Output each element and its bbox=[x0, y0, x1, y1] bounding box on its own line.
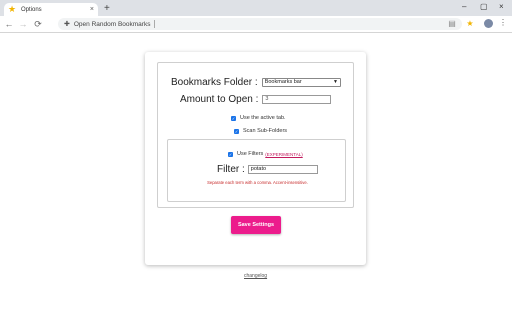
star-icon: ★ bbox=[8, 4, 17, 14]
browser-tab[interactable]: ★ Options × bbox=[4, 3, 98, 16]
chevron-down-icon: ▼ bbox=[333, 78, 338, 85]
address-bar[interactable]: ✚ Open Random Bookmarks bbox=[58, 18, 462, 30]
avatar[interactable] bbox=[484, 19, 493, 28]
experimental-tag: (EXPERIMENTAL) bbox=[265, 151, 303, 157]
cursor-divider bbox=[154, 20, 156, 28]
new-tab-button[interactable]: + bbox=[104, 3, 110, 15]
amount-row: Amount to Open : 3 bbox=[180, 94, 332, 105]
scan-sub-checkbox[interactable]: ✓ bbox=[234, 128, 239, 134]
filter-label: Filter : bbox=[217, 164, 245, 175]
menu-icon[interactable]: ⋮ bbox=[499, 18, 507, 28]
tab-title: Options bbox=[21, 6, 42, 13]
close-window-button[interactable]: × bbox=[499, 2, 504, 12]
minimize-button[interactable]: – bbox=[462, 2, 466, 12]
address-text: Open Random Bookmarks bbox=[73, 20, 151, 28]
active-tab-label: Use the active tab. bbox=[240, 115, 286, 121]
settings-panel: Bookmarks Folder : Bookmarks bar ▼ Amoun… bbox=[157, 62, 354, 208]
scan-sub-label: Scan Sub-Folders bbox=[243, 128, 288, 134]
save-settings-button[interactable]: Save Settings bbox=[231, 216, 281, 234]
reload-icon[interactable]: ⟳ bbox=[33, 19, 43, 29]
extension-icon[interactable]: ▤ bbox=[447, 19, 457, 29]
puzzle-icon: ✚ bbox=[64, 21, 70, 28]
use-filters-option: ✓ Use Filters (EXPERIMENTAL) bbox=[228, 151, 303, 157]
scan-sub-option: ✓ Scan Sub-Folders bbox=[234, 128, 287, 134]
folder-select-value: Bookmarks bar bbox=[264, 78, 302, 85]
use-filters-label: Use Filters bbox=[237, 151, 264, 157]
filter-input[interactable]: potato bbox=[247, 165, 318, 174]
filter-panel: ✓ Use Filters (EXPERIMENTAL) Filter : po… bbox=[167, 139, 346, 202]
options-card: Bookmarks Folder : Bookmarks bar ▼ Amoun… bbox=[145, 52, 366, 265]
close-tab-icon[interactable]: × bbox=[90, 6, 94, 13]
folder-label: Bookmarks Folder : bbox=[171, 76, 258, 88]
bookmark-star-icon[interactable]: ★ bbox=[465, 19, 475, 29]
amount-label: Amount to Open : bbox=[180, 94, 259, 105]
filter-hint: Separate each term with a comma. Accent-… bbox=[207, 180, 308, 185]
maximize-button[interactable]: ▢ bbox=[480, 2, 488, 12]
active-tab-option: ✓ Use the active tab. bbox=[231, 115, 286, 121]
browser-toolbar: ← → ⟳ ✚ Open Random Bookmarks ▤ ★ ⋮ bbox=[0, 16, 512, 33]
folder-row: Bookmarks Folder : Bookmarks bar ▼ bbox=[171, 75, 341, 89]
active-tab-checkbox[interactable]: ✓ bbox=[231, 115, 236, 121]
amount-input[interactable]: 3 bbox=[262, 95, 332, 104]
back-arrow-icon[interactable]: ← bbox=[4, 19, 14, 29]
changelog-link[interactable]: changelog bbox=[244, 273, 267, 279]
folder-select[interactable]: Bookmarks bar ▼ bbox=[261, 77, 341, 87]
use-filters-checkbox[interactable]: ✓ bbox=[228, 151, 233, 157]
filter-row: Filter : potato bbox=[217, 164, 318, 175]
forward-arrow-icon[interactable]: → bbox=[18, 19, 28, 29]
browser-chrome: ★ Options × + – ▢ × ← → ⟳ ✚ Open Random … bbox=[0, 0, 512, 33]
